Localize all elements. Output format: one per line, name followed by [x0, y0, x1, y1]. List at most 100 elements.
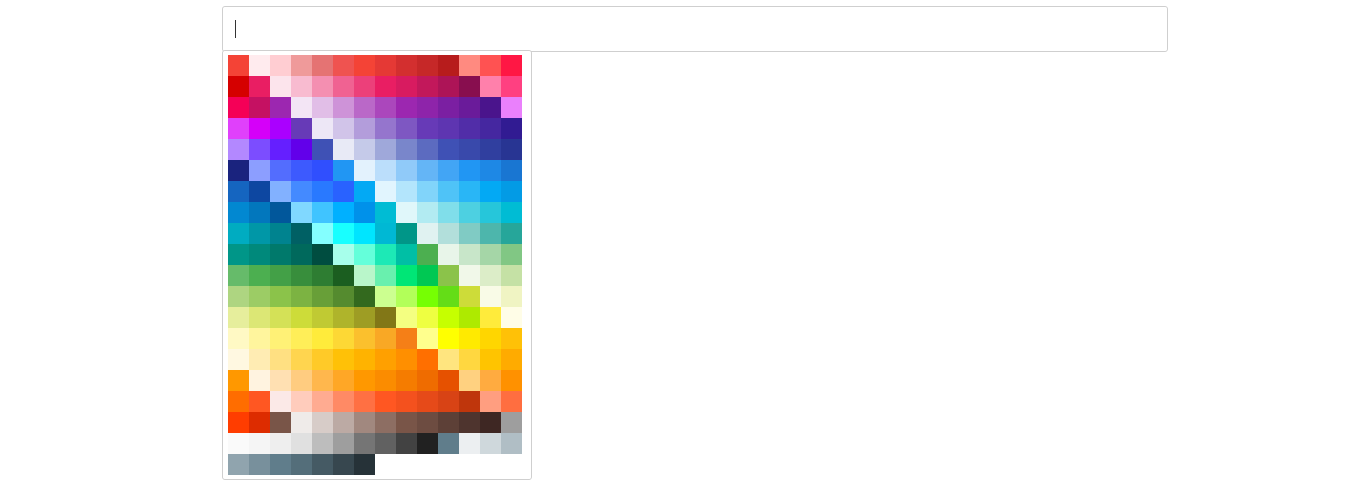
color-swatch[interactable]: [333, 97, 354, 118]
color-swatch[interactable]: [270, 244, 291, 265]
color-swatch[interactable]: [417, 55, 438, 76]
color-swatch[interactable]: [312, 265, 333, 286]
color-swatch[interactable]: [480, 328, 501, 349]
color-swatch[interactable]: [480, 160, 501, 181]
color-swatch[interactable]: [417, 307, 438, 328]
color-swatch[interactable]: [270, 223, 291, 244]
color-swatch[interactable]: [312, 391, 333, 412]
color-swatch[interactable]: [333, 349, 354, 370]
color-swatch[interactable]: [396, 55, 417, 76]
color-swatch[interactable]: [459, 55, 480, 76]
color-swatch[interactable]: [375, 433, 396, 454]
color-swatch[interactable]: [480, 97, 501, 118]
color-swatch[interactable]: [480, 391, 501, 412]
color-swatch[interactable]: [417, 391, 438, 412]
color-swatch[interactable]: [375, 139, 396, 160]
color-swatch[interactable]: [480, 223, 501, 244]
color-swatch[interactable]: [396, 139, 417, 160]
color-swatch[interactable]: [501, 76, 522, 97]
color-swatch[interactable]: [459, 349, 480, 370]
color-swatch[interactable]: [333, 118, 354, 139]
color-swatch[interactable]: [312, 139, 333, 160]
color-swatch[interactable]: [354, 223, 375, 244]
color-swatch[interactable]: [501, 370, 522, 391]
color-swatch[interactable]: [396, 181, 417, 202]
color-swatch[interactable]: [312, 349, 333, 370]
color-swatch[interactable]: [249, 244, 270, 265]
color-swatch[interactable]: [228, 97, 249, 118]
color-swatch[interactable]: [375, 307, 396, 328]
color-swatch[interactable]: [270, 139, 291, 160]
color-swatch[interactable]: [501, 433, 522, 454]
color-swatch[interactable]: [480, 244, 501, 265]
color-swatch[interactable]: [417, 328, 438, 349]
color-swatch[interactable]: [333, 76, 354, 97]
color-swatch[interactable]: [459, 97, 480, 118]
color-swatch[interactable]: [501, 181, 522, 202]
color-swatch[interactable]: [396, 160, 417, 181]
color-swatch[interactable]: [270, 454, 291, 475]
color-swatch[interactable]: [312, 412, 333, 433]
color-swatch[interactable]: [354, 244, 375, 265]
color-swatch[interactable]: [291, 181, 312, 202]
color-swatch[interactable]: [480, 349, 501, 370]
color-swatch[interactable]: [312, 286, 333, 307]
color-swatch[interactable]: [312, 97, 333, 118]
color-swatch[interactable]: [354, 55, 375, 76]
color-swatch[interactable]: [438, 328, 459, 349]
color-swatch[interactable]: [228, 454, 249, 475]
color-swatch[interactable]: [438, 370, 459, 391]
color-swatch[interactable]: [375, 328, 396, 349]
color-swatch[interactable]: [375, 97, 396, 118]
color-swatch[interactable]: [480, 370, 501, 391]
color-swatch[interactable]: [333, 391, 354, 412]
color-swatch[interactable]: [375, 265, 396, 286]
color-swatch[interactable]: [417, 223, 438, 244]
color-swatch[interactable]: [459, 412, 480, 433]
color-swatch[interactable]: [354, 349, 375, 370]
color-swatch[interactable]: [480, 55, 501, 76]
color-swatch[interactable]: [354, 118, 375, 139]
color-swatch[interactable]: [291, 139, 312, 160]
color-swatch[interactable]: [396, 202, 417, 223]
color-swatch[interactable]: [501, 328, 522, 349]
color-swatch[interactable]: [270, 160, 291, 181]
color-swatch[interactable]: [270, 202, 291, 223]
color-swatch[interactable]: [291, 349, 312, 370]
color-swatch[interactable]: [312, 118, 333, 139]
color-swatch[interactable]: [228, 55, 249, 76]
color-swatch[interactable]: [459, 433, 480, 454]
color-swatch[interactable]: [270, 118, 291, 139]
color-swatch[interactable]: [228, 391, 249, 412]
color-swatch[interactable]: [291, 223, 312, 244]
color-swatch[interactable]: [375, 76, 396, 97]
color-swatch[interactable]: [291, 265, 312, 286]
color-swatch[interactable]: [459, 139, 480, 160]
color-swatch[interactable]: [459, 223, 480, 244]
color-swatch[interactable]: [312, 370, 333, 391]
color-swatch[interactable]: [501, 55, 522, 76]
color-swatch[interactable]: [480, 286, 501, 307]
color-swatch[interactable]: [354, 454, 375, 475]
color-swatch[interactable]: [417, 349, 438, 370]
color-swatch[interactable]: [501, 139, 522, 160]
color-swatch[interactable]: [459, 265, 480, 286]
color-swatch[interactable]: [375, 244, 396, 265]
color-swatch[interactable]: [291, 118, 312, 139]
color-swatch[interactable]: [228, 307, 249, 328]
color-swatch[interactable]: [396, 265, 417, 286]
color-swatch[interactable]: [228, 370, 249, 391]
color-swatch[interactable]: [291, 433, 312, 454]
color-swatch[interactable]: [354, 433, 375, 454]
color-swatch[interactable]: [459, 76, 480, 97]
color-swatch[interactable]: [396, 412, 417, 433]
color-swatch[interactable]: [438, 76, 459, 97]
color-swatch[interactable]: [354, 307, 375, 328]
color-swatch[interactable]: [270, 55, 291, 76]
color-swatch[interactable]: [459, 244, 480, 265]
color-swatch[interactable]: [291, 202, 312, 223]
color-swatch[interactable]: [480, 202, 501, 223]
color-swatch[interactable]: [438, 307, 459, 328]
color-swatch[interactable]: [354, 160, 375, 181]
color-swatch[interactable]: [249, 307, 270, 328]
